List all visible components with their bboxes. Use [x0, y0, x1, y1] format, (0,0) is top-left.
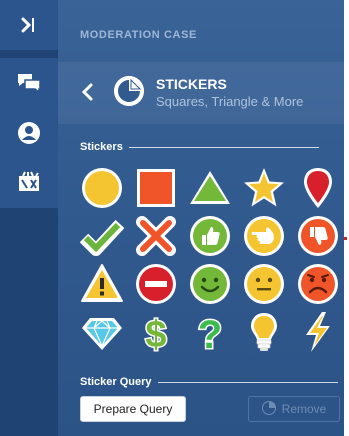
window-edge	[344, 0, 349, 436]
tools-tab[interactable]	[0, 158, 58, 208]
cyan-diamond-icon	[80, 310, 124, 354]
panel-title: MODERATION CASE	[80, 29, 197, 41]
sticker-lightbulb[interactable]	[242, 310, 286, 354]
sticker-lightning[interactable]	[296, 310, 340, 354]
sticker-thumbs-up[interactable]	[188, 214, 232, 258]
sticker-sad-face[interactable]	[296, 262, 340, 306]
red-frown-icon	[296, 262, 340, 306]
sticker-check[interactable]	[80, 214, 124, 258]
chevron-left-icon	[80, 83, 96, 106]
sticker-dollar[interactable]: $	[134, 310, 178, 355]
sticker-triangle[interactable]	[188, 166, 232, 210]
side-rail	[0, 0, 58, 436]
sticker-no-entry[interactable]	[134, 262, 178, 306]
toolbox-icon	[16, 171, 42, 195]
green-question-icon: ?	[188, 310, 232, 355]
chat-bubbles-icon	[16, 71, 42, 95]
svg-text:?: ?	[198, 313, 222, 354]
stickers-section-header: Stickers	[80, 141, 319, 153]
section-divider	[128, 146, 319, 148]
sticker-question[interactable]: ?	[188, 310, 232, 355]
profile-tab[interactable]	[0, 108, 58, 158]
green-check-icon	[80, 214, 124, 258]
chat-tab[interactable]	[0, 58, 58, 108]
prepare-query-button[interactable]: Prepare Query	[80, 396, 186, 422]
yellow-circle-icon	[80, 166, 124, 210]
green-triangle-icon	[188, 166, 232, 210]
edge-marker	[344, 237, 347, 240]
sticker-map-pin[interactable]	[296, 166, 340, 210]
sticker-square[interactable]	[134, 166, 178, 210]
stickers-subtitle: Squares, Triangle & More	[156, 94, 304, 109]
yellow-hand-icon	[242, 214, 286, 258]
sticker-thumbs-down[interactable]	[296, 214, 340, 258]
stickers-section-label: Stickers	[80, 141, 123, 153]
yellow-star-icon	[242, 166, 286, 210]
sticker-star[interactable]	[242, 166, 286, 210]
sticker-query-section-header: Sticker Query	[80, 376, 338, 388]
green-smiley-icon	[188, 262, 232, 306]
collapse-panel-tab[interactable]	[0, 0, 58, 50]
sticker-neutral-face[interactable]	[242, 262, 286, 306]
orange-square-icon	[134, 166, 178, 210]
red-no-entry-icon	[134, 262, 178, 306]
remove-label: Remove	[281, 402, 327, 416]
sticker-happy-face[interactable]	[188, 262, 232, 306]
sticker-circle[interactable]	[80, 166, 124, 210]
green-thumbs-up-icon	[188, 214, 232, 258]
stickers-title: STICKERS	[156, 76, 227, 92]
orange-x-icon	[134, 214, 178, 258]
yellow-warning-icon	[80, 262, 124, 306]
svg-text:$: $	[145, 314, 166, 354]
section-divider	[157, 381, 338, 383]
orange-thumbs-down-icon	[296, 214, 340, 258]
sticker-point-left[interactable]	[242, 214, 286, 258]
sticker-icon	[114, 76, 144, 106]
red-pin-icon	[296, 166, 340, 210]
yellow-neutral-icon	[242, 262, 286, 306]
sticker-icon	[261, 400, 276, 418]
sticker-warning[interactable]	[80, 262, 124, 306]
collapse-right-icon	[19, 15, 39, 35]
sticker-diamond[interactable]	[80, 310, 124, 354]
stickers-subheader: STICKERS Squares, Triangle & More	[58, 62, 344, 124]
remove-button[interactable]: Remove	[248, 396, 340, 422]
moderation-panel: MODERATION CASE STICKERS Squares, Triang…	[58, 0, 344, 436]
back-button[interactable]	[80, 82, 96, 102]
sticker-cross[interactable]	[134, 214, 178, 258]
green-dollar-icon: $	[134, 310, 178, 355]
yellow-bulb-icon	[242, 310, 286, 354]
yellow-bolt-icon	[296, 310, 340, 354]
sticker-query-label: Sticker Query	[80, 376, 152, 388]
user-circle-icon	[17, 121, 41, 145]
